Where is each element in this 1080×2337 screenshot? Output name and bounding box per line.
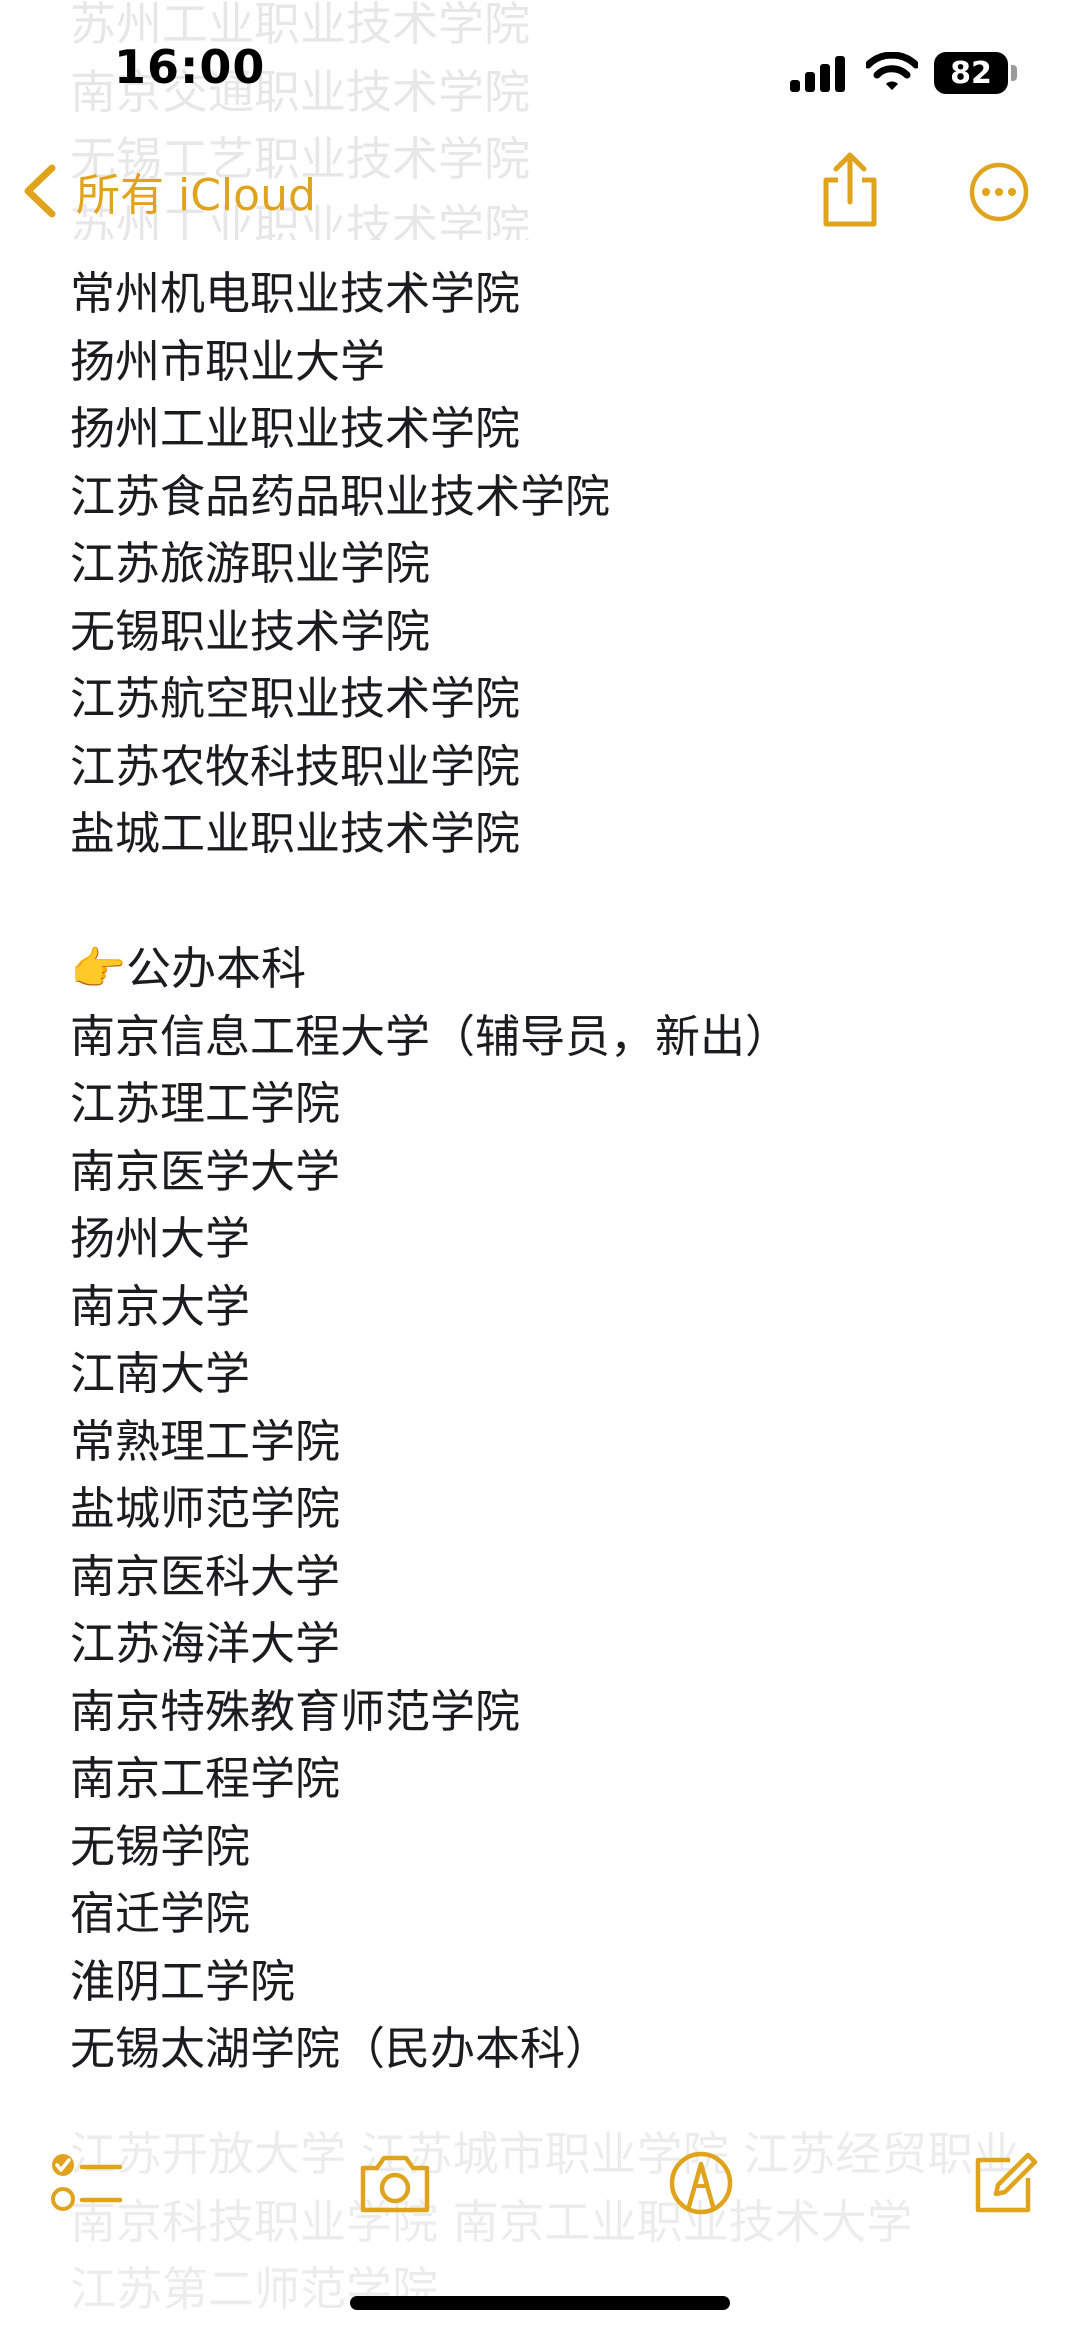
back-label: 所有 iCloud <box>76 170 316 221</box>
battery-level: 82 <box>934 52 1008 94</box>
note-line: 江苏理工学院 <box>70 1077 341 1130</box>
note-line: 南京特殊教育师范学院 <box>70 1684 521 1738</box>
note-line: 无锡学院 <box>70 1819 251 1873</box>
note-line: 南京医学大学 <box>70 1144 341 1198</box>
note-line: 宿迁学院 <box>70 1887 251 1940</box>
note-line: 扬州大学 <box>70 1212 251 1265</box>
note-line: 盐城工业职业技术学院 <box>70 807 521 860</box>
pointing-hand-emoji: 👉 <box>70 942 127 995</box>
ellipsis-circle-icon[interactable] <box>969 162 1029 222</box>
share-icon[interactable] <box>818 150 882 230</box>
note-text-area[interactable]: 常州机电职业技术学院 扬州市职业大学 扬州工业职业技术学院 江苏食品药品职业技术… <box>70 260 1040 2083</box>
status-bar: 16:00 82 <box>0 0 1080 140</box>
wifi-icon <box>866 52 918 90</box>
ghost-line: 江苏开放大学 江苏城市职业学院 江苏经贸职业 <box>70 2127 1020 2181</box>
note-line: 扬州工业职业技术学院 <box>70 402 521 455</box>
note-line: 南京工程学院 <box>70 1752 341 1805</box>
ghost-line: 江苏第二师范学院 <box>70 2262 438 2316</box>
note-line: 江苏旅游职业学院 <box>70 537 431 590</box>
note-line: 南京信息工程大学（辅导员，新出） <box>70 1009 791 1063</box>
note-line: 南京大学 <box>70 1279 251 1333</box>
markup-pen-icon[interactable] <box>663 2150 739 2216</box>
camera-icon[interactable] <box>357 2150 433 2216</box>
back-button[interactable]: 所有 iCloud <box>20 160 316 222</box>
ghost-line: 南京科技职业学院 南京工业职业技术大学 <box>70 2194 913 2249</box>
home-indicator[interactable] <box>350 2296 730 2310</box>
note-line: 扬州市职业大学 <box>70 334 386 388</box>
note-line: 常熟理工学院 <box>70 1414 341 1468</box>
note-line: 无锡太湖学院（民办本科） <box>70 2022 611 2075</box>
note-line: 常州机电职业技术学院 <box>70 267 521 320</box>
section-heading-line: 👉公办本科 <box>70 935 1040 1003</box>
notes-screen: 苏州工业职业技术学院 南京交通职业技术学院 无锡工艺职业技术学院 苏州工业职业技… <box>0 0 1080 2337</box>
battery-icon: 82 <box>934 52 1018 94</box>
note-line: 江苏航空职业技术学院 <box>70 672 521 725</box>
note-line: 淮阴工学院 <box>70 1954 296 2008</box>
checklist-icon[interactable] <box>50 2150 126 2216</box>
note-line: 盐城师范学院 <box>70 1482 341 1535</box>
note-line: 江南大学 <box>70 1347 251 1400</box>
note-line: 江苏食品药品职业技术学院 <box>70 469 611 523</box>
cellular-signal-icon <box>790 56 846 92</box>
note-line: 南京医科大学 <box>70 1549 341 1603</box>
status-time: 16:00 <box>114 40 266 94</box>
compose-icon[interactable] <box>968 2150 1044 2216</box>
chevron-left-icon <box>24 164 56 218</box>
note-line: 江苏农牧科技职业学院 <box>70 739 521 793</box>
note-line: 江苏海洋大学 <box>70 1617 341 1670</box>
section-heading: 公办本科 <box>126 942 307 995</box>
note-line: 无锡职业技术学院 <box>70 604 431 658</box>
